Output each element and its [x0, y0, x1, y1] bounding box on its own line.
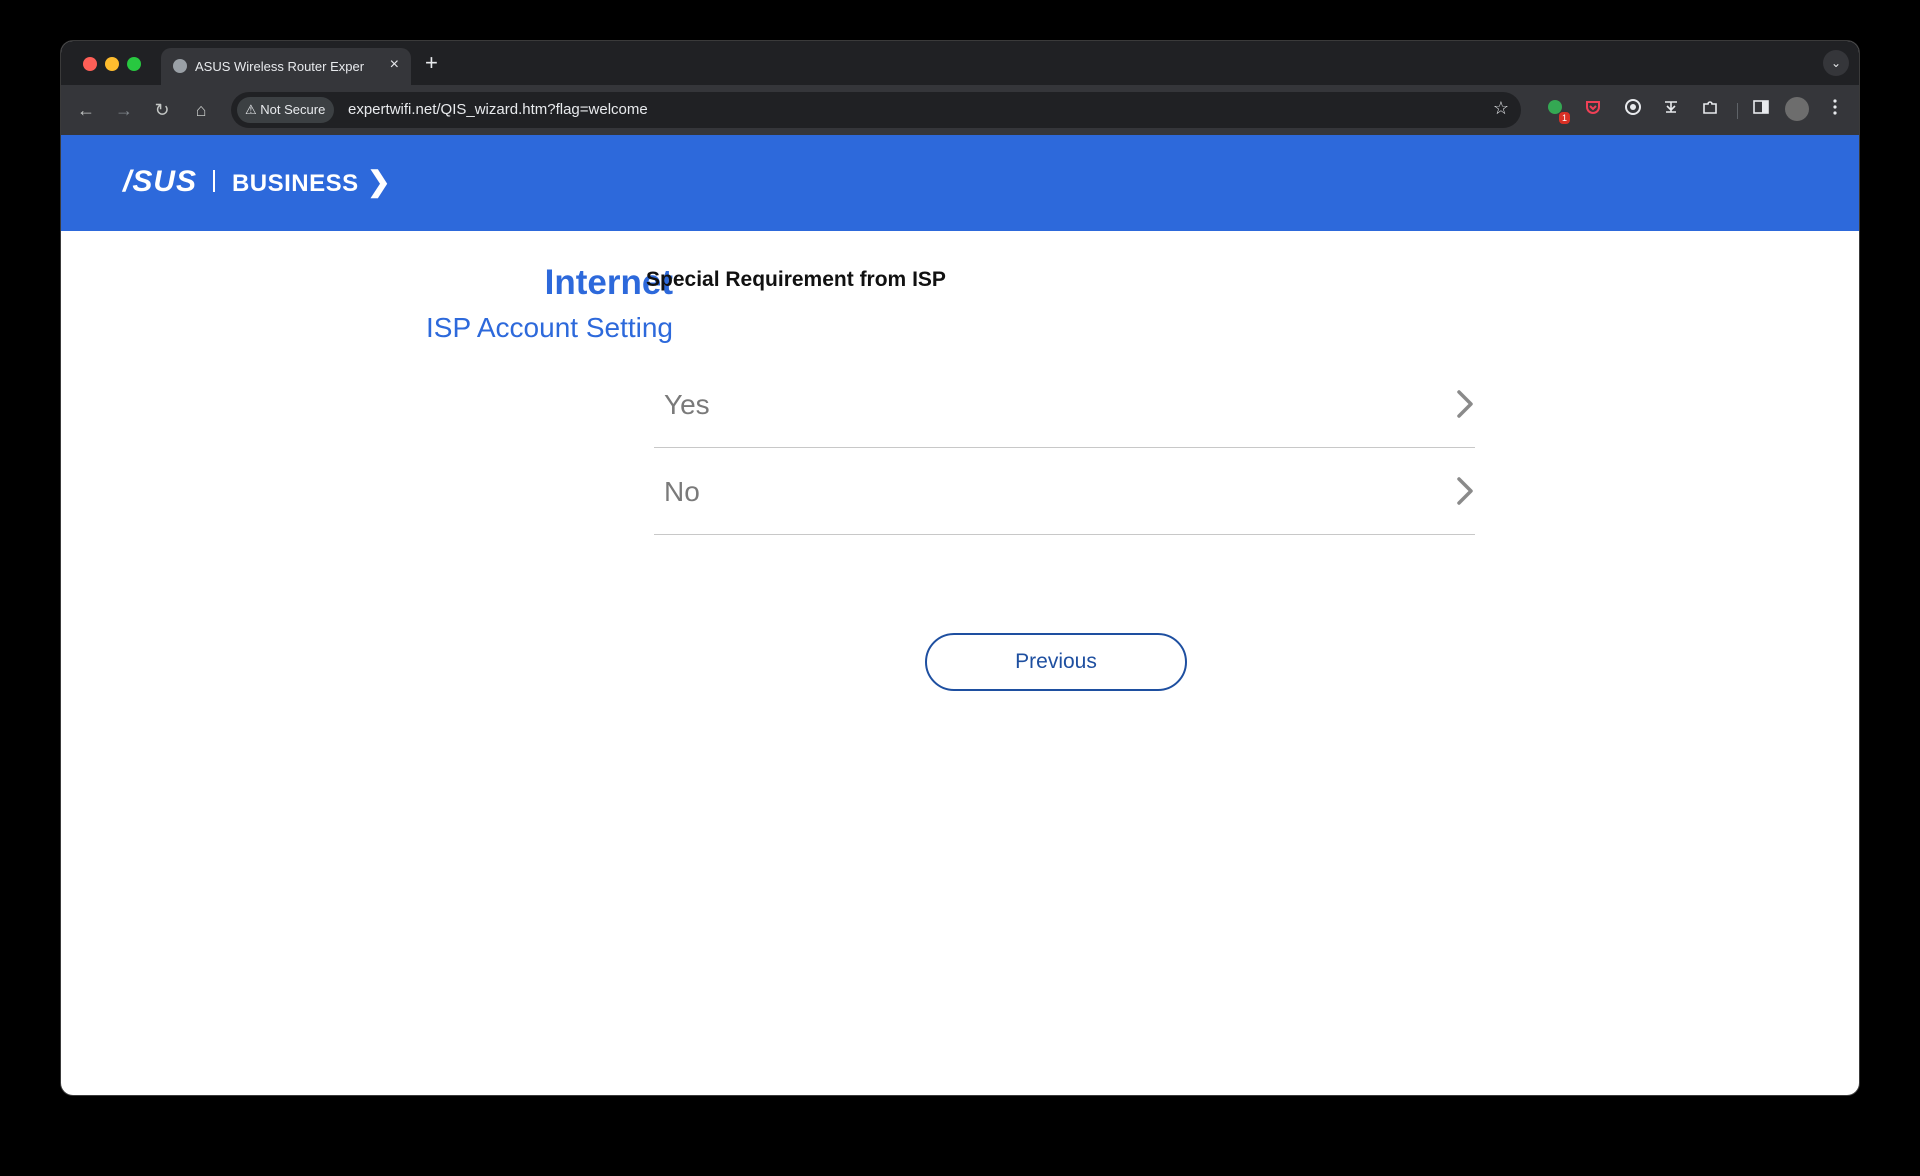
logo-business-text: BUSINESS: [231, 170, 359, 197]
home-icon[interactable]: ⌂: [188, 97, 214, 123]
chevron-right-icon: [1457, 390, 1473, 418]
option-no-label: No: [664, 476, 700, 507]
back-arrow-icon[interactable]: ←: [73, 97, 99, 123]
bookmark-star-icon[interactable]: ☆: [1493, 98, 1509, 119]
side-panel-shape: [1753, 100, 1769, 114]
url-text[interactable]: expertwifi.net/QIS_wizard.htm?flag=welco…: [348, 101, 648, 118]
logo-separator: [213, 170, 216, 192]
logo-mark-icon: ❯: [367, 166, 391, 197]
tab-search-chevron-icon[interactable]: ⌄: [1823, 50, 1849, 76]
browser-window: ASUS Wireless Router Exper × + ⌄ ← → ↻ ⌂…: [61, 41, 1859, 1095]
security-chip[interactable]: ⚠ Not Secure: [237, 97, 335, 123]
tab-title: ASUS Wireless Router Exper: [195, 59, 365, 74]
warning-icon: ⚠: [245, 102, 257, 117]
puzzle-shape: [1703, 101, 1717, 114]
new-tab-button[interactable]: +: [425, 49, 438, 77]
extension-circle-shape: [1625, 99, 1641, 115]
option-no[interactable]: No: [654, 448, 1475, 535]
puzzle-extensions-icon[interactable]: [1698, 98, 1722, 122]
page-header: /SUS BUSINESS ❯: [61, 135, 1859, 231]
profile-avatar[interactable]: [1785, 97, 1809, 121]
tab-strip: ASUS Wireless Router Exper × + ⌄: [61, 41, 1859, 85]
section-title: Special Requirement from ISP: [646, 268, 946, 291]
previous-button[interactable]: Previous: [925, 633, 1187, 691]
chevron-right-icon: [1457, 477, 1473, 505]
kebab-shape: [1833, 99, 1837, 115]
extension-green-icon[interactable]: 1: [1543, 98, 1570, 124]
security-label: Not Secure: [260, 102, 326, 117]
step-subtitle: ISP Account Setting: [426, 312, 673, 343]
kebab-menu-icon[interactable]: [1823, 98, 1847, 122]
maximize-window-button[interactable]: [127, 57, 141, 71]
reload-icon[interactable]: ↻: [149, 97, 175, 123]
tab-asus-router[interactable]: ASUS Wireless Router Exper ×: [161, 48, 411, 85]
forward-arrow-icon[interactable]: →: [111, 97, 137, 123]
address-bar[interactable]: ⚠ Not Secure expertwifi.net/QIS_wizard.h…: [231, 92, 1521, 128]
translate-shape: [1665, 101, 1677, 113]
tab-close-icon[interactable]: ×: [390, 56, 399, 74]
option-yes[interactable]: Yes: [654, 361, 1475, 448]
logo-asus-text: /SUS: [123, 165, 198, 198]
pocket-shape: [1586, 101, 1600, 114]
browser-toolbar: ← → ↻ ⌂ ⚠ Not Secure expertwifi.net/QIS_…: [61, 85, 1859, 135]
extension-circle-icon[interactable]: [1621, 98, 1645, 122]
toolbar-divider: [1737, 103, 1738, 119]
translate-extension-icon[interactable]: [1659, 98, 1683, 122]
globe-icon: [173, 59, 187, 73]
option-yes-label: Yes: [664, 389, 710, 420]
minimize-window-button[interactable]: [105, 57, 119, 71]
side-panel-icon[interactable]: [1749, 98, 1773, 122]
extension-badge: 1: [1558, 112, 1570, 124]
asus-business-logo: /SUS BUSINESS ❯: [123, 165, 391, 199]
close-window-button[interactable]: [83, 57, 97, 71]
pocket-icon[interactable]: [1581, 98, 1605, 122]
